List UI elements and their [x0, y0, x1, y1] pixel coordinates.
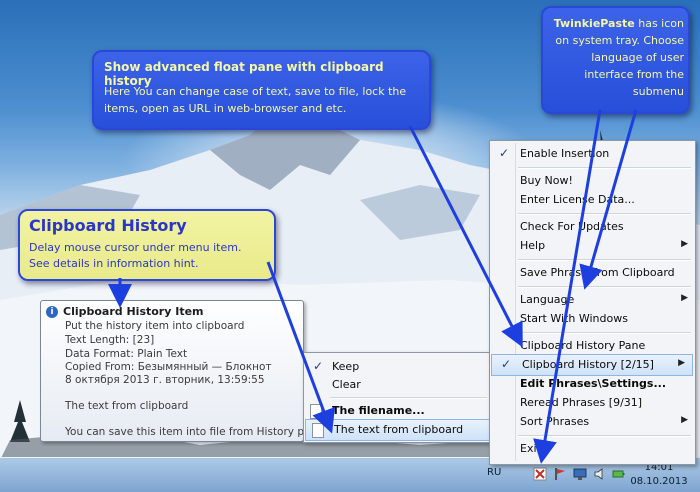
menu-item-label: Clipboard History [2/15]	[522, 358, 654, 371]
callout-body: Delay mouse cursor under menu item. See …	[29, 240, 241, 272]
checkmark-icon: ✓	[499, 146, 510, 160]
clock-date: 08.10.2013	[630, 476, 688, 487]
tooltip-line: Data Format: Plain Text	[65, 348, 188, 360]
callout-title: Clipboard History	[29, 216, 187, 235]
clipboard-history-submenu: ✓ Keep Clear The filename... The text fr…	[303, 352, 492, 443]
menu-item-label: Edit Phrases\Settings...	[520, 377, 667, 390]
menu-item-label: Reread Phrases [9/31]	[520, 396, 643, 409]
checkmark-icon: ✓	[501, 357, 512, 371]
menu-item-label: Help	[520, 239, 546, 252]
menu-separator	[518, 286, 691, 288]
menu-item-buy-now[interactable]: Buy Now!	[490, 171, 695, 191]
submenu-arrow-icon: ▶	[678, 358, 685, 368]
flag-icon[interactable]	[553, 467, 567, 481]
menu-item-save-phrase[interactable]: Save Phrase From Clipboard	[490, 263, 695, 283]
menu-item-enable-insertion[interactable]: ✓ Enable Insertion	[490, 144, 695, 164]
menu-item-help[interactable]: Help ▶	[490, 236, 695, 256]
tooltip-line: Text Length: [23]	[65, 334, 155, 346]
menu-item-label: Enter License Data...	[520, 193, 635, 206]
checkmark-icon: ✓	[313, 359, 324, 373]
menu-item-history-pane[interactable]: Clipboard History Pane	[490, 336, 695, 356]
menu-item-label: Clear	[332, 378, 361, 391]
menu-item-label: Check For Updates	[520, 220, 624, 233]
document-icon	[310, 404, 322, 419]
menu-item-sort-phrases[interactable]: Sort Phrases ▶	[490, 412, 695, 432]
callout-tray-icon: TwinkiePaste has icon on system tray. Ch…	[541, 6, 690, 114]
menu-item-label: The text from clipboard	[334, 423, 464, 436]
language-indicator[interactable]: RU	[487, 467, 501, 478]
menu-item-label: Sort Phrases	[520, 415, 590, 428]
menu-separator	[518, 213, 691, 215]
callout-clipboard-history: Clipboard History Delay mouse cursor und…	[18, 209, 276, 281]
menu-item-edit-phrases[interactable]: Edit Phrases\Settings...	[490, 374, 695, 394]
menu-item-label: Start With Windows	[520, 312, 628, 325]
tooltip-title: Clipboard History Item	[63, 305, 204, 318]
menu-item-reread-phrases[interactable]: Reread Phrases [9/31]	[490, 393, 695, 413]
twinkiepaste-tray-icon[interactable]	[533, 467, 547, 481]
tooltip-line: 8 октября 2013 г. вторник, 13:59:55	[65, 374, 265, 386]
menu-item-label: The filename...	[332, 404, 425, 417]
clock[interactable]: 14:01 08.10.2013	[629, 461, 689, 489]
tooltip-line: Put the history item into clipboard	[65, 320, 245, 332]
submenu-arrow-icon: ▶	[681, 293, 688, 303]
submenu-arrow-icon: ▶	[681, 239, 688, 249]
menu-separator	[518, 332, 691, 334]
menu-item-exit[interactable]: Exit	[490, 439, 695, 459]
menu-item-label: Exit	[520, 442, 541, 455]
document-icon	[312, 423, 324, 438]
menu-item-label: Buy Now!	[520, 174, 573, 187]
menu-item-history-text[interactable]: The text from clipboard	[305, 419, 490, 441]
menu-separator	[518, 259, 691, 261]
menu-separator	[518, 435, 691, 437]
menu-item-label: Language	[520, 293, 575, 306]
menu-separator	[518, 167, 691, 169]
menu-item-check-updates[interactable]: Check For Updates	[490, 217, 695, 237]
callout-body: TwinkiePaste has icon on system tray. Ch…	[547, 15, 684, 100]
power-icon[interactable]	[611, 467, 625, 481]
menu-item-clear[interactable]: Clear	[304, 375, 491, 395]
menu-separator	[330, 397, 487, 399]
menu-item-label: Enable Insertion	[520, 147, 610, 160]
menu-item-license[interactable]: Enter License Data...	[490, 190, 695, 210]
callout-line: Delay mouse cursor under menu item.	[29, 241, 242, 254]
menu-item-keep[interactable]: ✓ Keep	[304, 357, 491, 377]
menu-item-label: Save Phrase From Clipboard	[520, 266, 675, 279]
callout-line: See details in information hint.	[29, 257, 199, 270]
menu-item-filename[interactable]: The filename...	[304, 401, 491, 421]
callout-title: TwinkiePaste	[553, 17, 635, 30]
submenu-arrow-icon: ▶	[681, 415, 688, 425]
menu-item-label: Clipboard History Pane	[520, 339, 646, 352]
volume-icon[interactable]	[593, 467, 607, 481]
callout-body: Here You can change case of text, save t…	[104, 85, 407, 115]
tooltip-line: You can save this item into file from Hi…	[65, 426, 324, 438]
menu-item-language[interactable]: Language ▶	[490, 290, 695, 310]
history-item-tooltip: i Clipboard History Item Put the history…	[40, 300, 324, 442]
menu-item-clipboard-history[interactable]: ✓ Clipboard History [2/15] ▶	[491, 354, 693, 376]
menu-item-label: Keep	[332, 360, 360, 373]
tooltip-line: The text from clipboard	[65, 400, 189, 412]
network-icon[interactable]	[573, 467, 587, 481]
callout-float-pane: Show advanced float pane with clipboard …	[92, 50, 431, 130]
tooltip-line: Copied From: Безымянный — Блокнот	[65, 361, 272, 373]
tray-context-menu: ✓ Enable Insertion Buy Now! Enter Licens…	[489, 140, 696, 465]
menu-item-start-windows[interactable]: Start With Windows	[490, 309, 695, 329]
info-icon: i	[46, 306, 58, 318]
